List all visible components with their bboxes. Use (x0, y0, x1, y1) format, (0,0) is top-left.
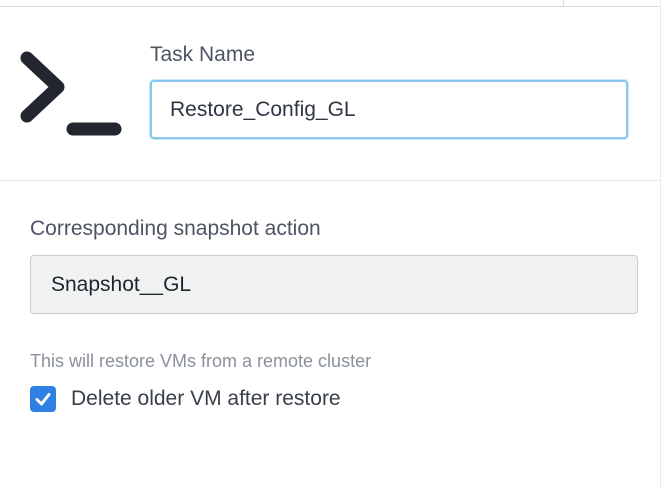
top-divider (563, 0, 564, 7)
top-border (0, 6, 660, 7)
snapshot-action-label: Corresponding snapshot action (30, 217, 321, 240)
section-divider (0, 180, 660, 181)
delete-older-vm-label: Delete older VM after restore (71, 387, 341, 410)
snapshot-action-field: Snapshot__GL (30, 255, 638, 314)
delete-older-vm-option[interactable]: Delete older VM after restore (30, 385, 341, 413)
checkmark-icon (35, 393, 51, 406)
panel-right-border (660, 0, 661, 488)
restore-helper-text: This will restore VMs from a remote clus… (30, 351, 372, 371)
delete-older-vm-checkbox[interactable] (30, 386, 56, 412)
terminal-icon (20, 51, 122, 136)
task-name-input[interactable] (150, 80, 628, 139)
task-name-label: Task Name (150, 43, 256, 66)
restore-task-panel: Task Name Corresponding snapshot action … (0, 0, 668, 488)
